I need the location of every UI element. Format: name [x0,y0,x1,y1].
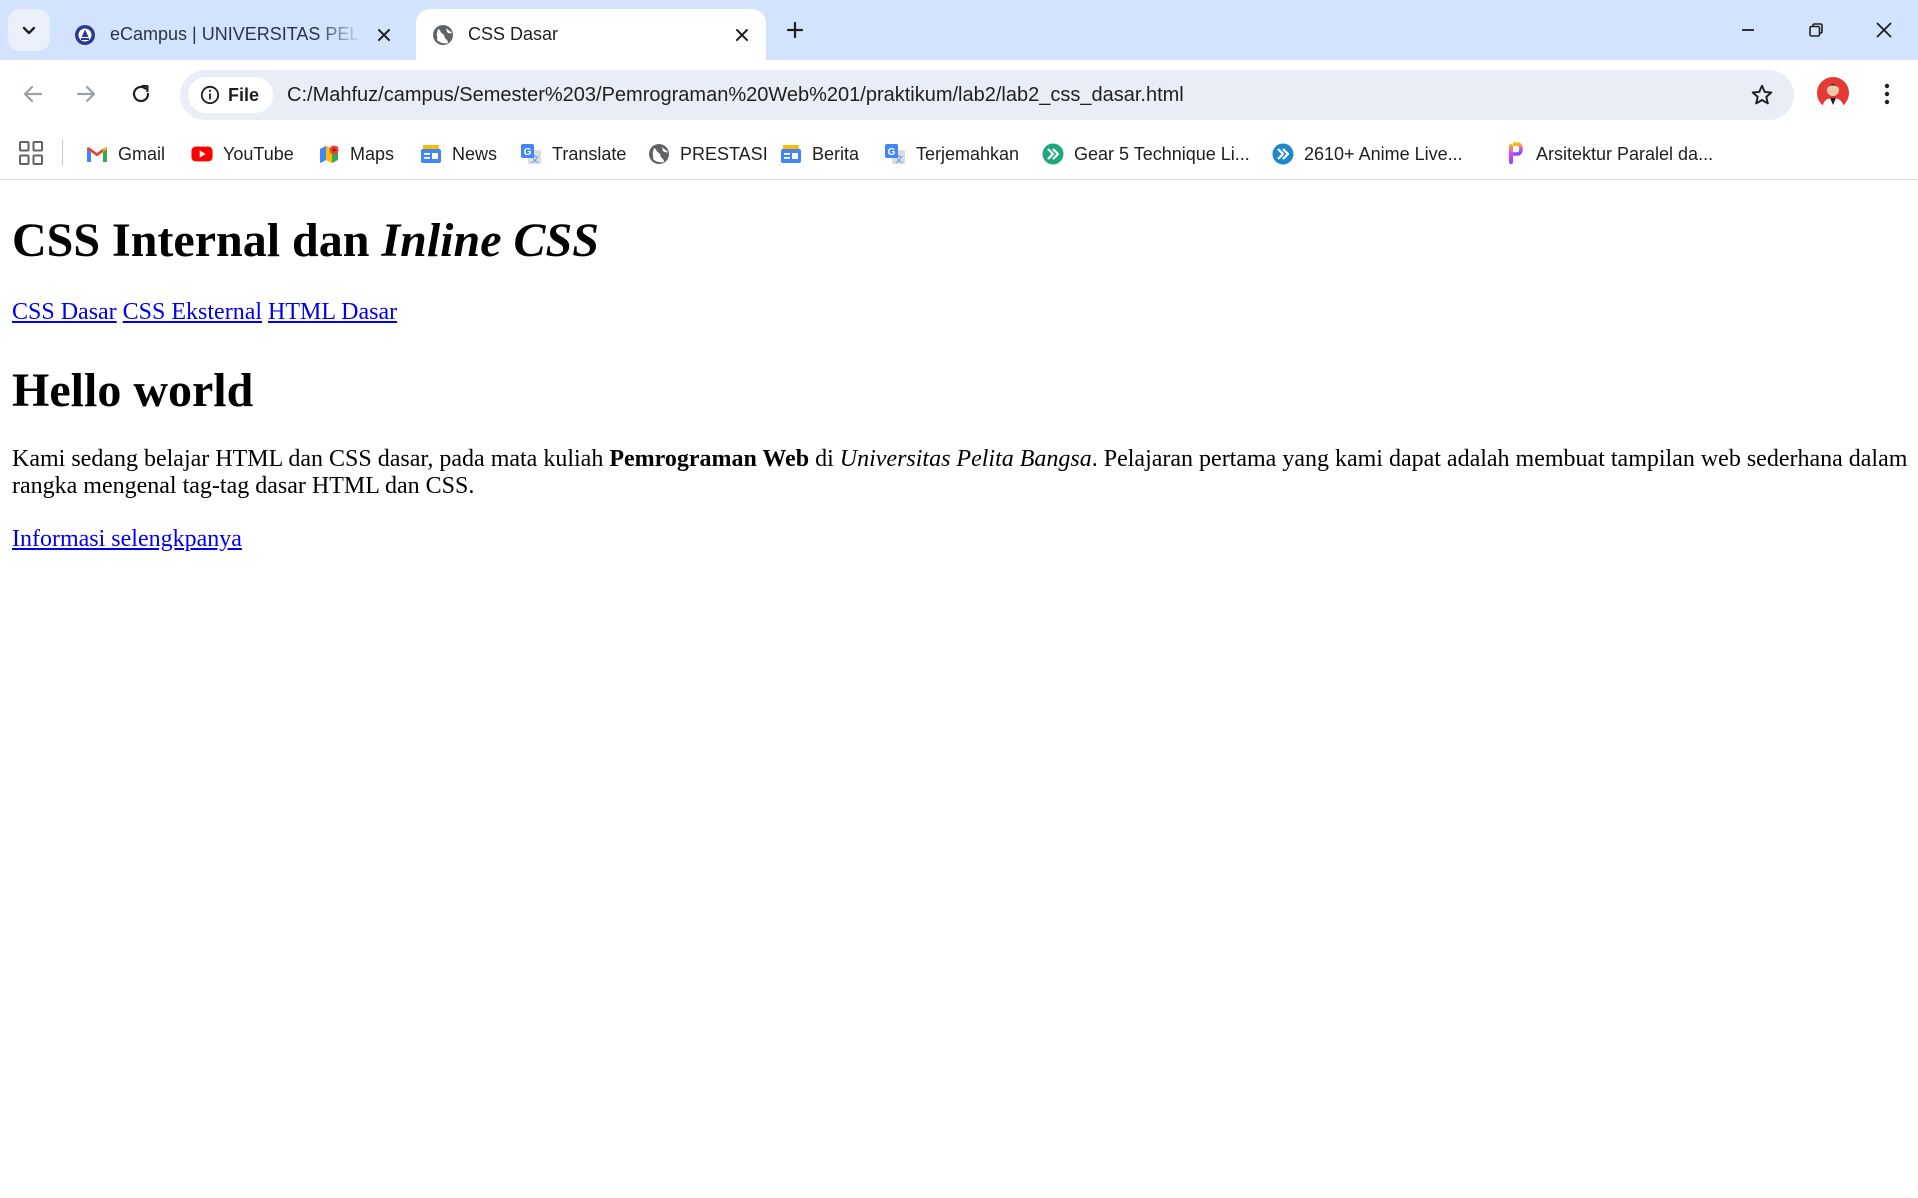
bookmarks-bar: Gmail YouTube Maps News G 文 Translate PR… [0,128,1918,180]
star-icon [1751,84,1773,105]
bookmarks-divider [62,140,63,166]
page-heading: CSS Internal dan Inline CSS [12,213,599,268]
paragraph-italic-text: Universitas Pelita Bangsa [839,446,1092,472]
new-tab-button[interactable] [780,15,810,45]
link-html-dasar[interactable]: HTML Dasar [268,299,397,325]
page-content: CSS Internal dan Inline CSS CSS Dasar CS… [0,181,1918,1198]
link-css-dasar[interactable]: CSS Dasar [12,299,117,325]
bookmark-gmail[interactable]: Gmail [86,138,165,170]
bookmark-arsitektur[interactable]: Arsitektur Paralel da... [1504,138,1713,170]
paragraph-text: Kami sedang belajar HTML dan CSS dasar, … [12,446,610,472]
heading-italic-text: Inline CSS [381,214,599,267]
link-css-eksternal[interactable]: CSS Eksternal [123,299,262,325]
bookmark-label: 2610+ Anime Live... [1304,143,1463,164]
forward-button[interactable] [66,74,106,114]
translate-icon: G 文 [884,143,906,165]
arrow-right-icon [76,85,96,103]
double-chevron-icon [1272,143,1294,165]
youtube-icon [191,143,213,165]
restore-button[interactable] [1794,8,1838,52]
gmail-icon [86,143,108,165]
browser-toolbar: File C:/Mahfuz/campus/Semester%203/Pemro… [0,60,1918,128]
tab-title: CSS Dasar [468,24,559,44]
maps-icon [318,143,340,165]
back-button[interactable] [13,74,53,114]
bookmark-label: YouTube [223,143,294,164]
site-info-label: File [228,84,260,105]
bookmark-berita[interactable]: Berita [780,138,859,170]
info-icon [200,85,220,105]
more-info: Informasi selengkpanya [12,526,242,553]
reload-button[interactable] [121,74,161,114]
close-icon [378,28,390,41]
arrow-left-icon [23,85,43,103]
bookmark-anime[interactable]: 2610+ Anime Live... [1272,138,1463,170]
tab-strip: eCampus | UNIVERSITAS PELITA BANGSA CSS … [0,0,1918,60]
paragraph-text: di [809,446,840,472]
svg-text:文: 文 [895,154,903,164]
bookmark-label: Translate [552,143,627,164]
globe-icon [648,143,670,165]
browser-menu-button[interactable] [1870,77,1904,111]
close-icon [736,28,748,41]
svg-text:文: 文 [531,154,539,164]
tab-search-button[interactable] [8,9,50,51]
university-logo-icon [75,24,95,45]
bookmark-label: Berita [812,143,860,164]
intro-paragraph: Kami sedang belajar HTML dan CSS dasar, … [12,446,1912,500]
close-tab-button[interactable] [370,21,398,49]
bookmark-prestasi[interactable]: PRESTASI [648,138,768,170]
bookmark-label: PRESTASI [680,143,768,164]
address-bar[interactable]: File C:/Mahfuz/campus/Semester%203/Pemro… [180,70,1794,120]
heading-normal-text: CSS Internal dan [12,214,382,267]
profile-avatar[interactable] [1817,77,1849,109]
bookmark-label: Arsitektur Paralel da... [1536,143,1714,164]
gradient-logo-icon [1504,142,1526,165]
tab-css-dasar[interactable]: CSS Dasar [416,9,766,60]
bookmark-star-button[interactable] [1748,81,1776,109]
tab-title: eCampus | UNIVERSITAS PELITA BANGSA [110,24,362,44]
minimize-icon [1742,29,1754,31]
plus-icon [786,21,804,39]
chevron-down-icon [22,26,36,35]
news-icon [780,143,802,165]
tab-ecampus[interactable]: eCampus | UNIVERSITAS PELITA BANGSA [58,9,408,60]
close-window-button[interactable] [1862,8,1906,52]
bookmark-label: Gear 5 Technique Li... [1074,143,1250,164]
close-icon [1876,22,1892,38]
restore-icon [1809,23,1823,37]
paragraph-bold-text: Pemrograman Web [609,446,810,472]
bookmark-youtube[interactable]: YouTube [191,138,294,170]
bookmark-translate[interactable]: G 文 Translate [520,138,626,170]
bookmark-terjemahkan[interactable]: G 文 Terjemahkan [884,138,1019,170]
translate-icon: G 文 [520,143,542,165]
nav-links: CSS Dasar CSS Eksternal HTML Dasar [12,299,397,326]
url-text[interactable]: C:/Mahfuz/campus/Semester%203/Pemrograma… [287,84,1184,107]
site-info-chip[interactable]: File [188,77,274,113]
minimize-button[interactable] [1726,8,1770,52]
avatar-icon [1817,77,1849,109]
bookmark-maps[interactable]: Maps [318,138,394,170]
hello-heading: Hello world [12,364,254,417]
news-icon [420,143,442,165]
bookmark-label: Maps [350,143,395,164]
more-info-link[interactable]: Informasi selengkpanya [12,526,242,552]
kebab-menu-icon [1884,83,1890,105]
close-tab-button[interactable] [728,21,756,49]
reload-icon [132,84,150,103]
globe-icon [433,24,453,45]
bookmark-gear5[interactable]: Gear 5 Technique Li... [1042,138,1250,170]
bookmark-label: News [452,143,498,164]
bookmark-label: Gmail [118,143,166,164]
apps-grid-icon[interactable] [18,140,44,166]
bookmark-label: Terjemahkan [916,143,1020,164]
double-chevron-icon [1042,143,1064,165]
bookmark-news[interactable]: News [420,138,497,170]
